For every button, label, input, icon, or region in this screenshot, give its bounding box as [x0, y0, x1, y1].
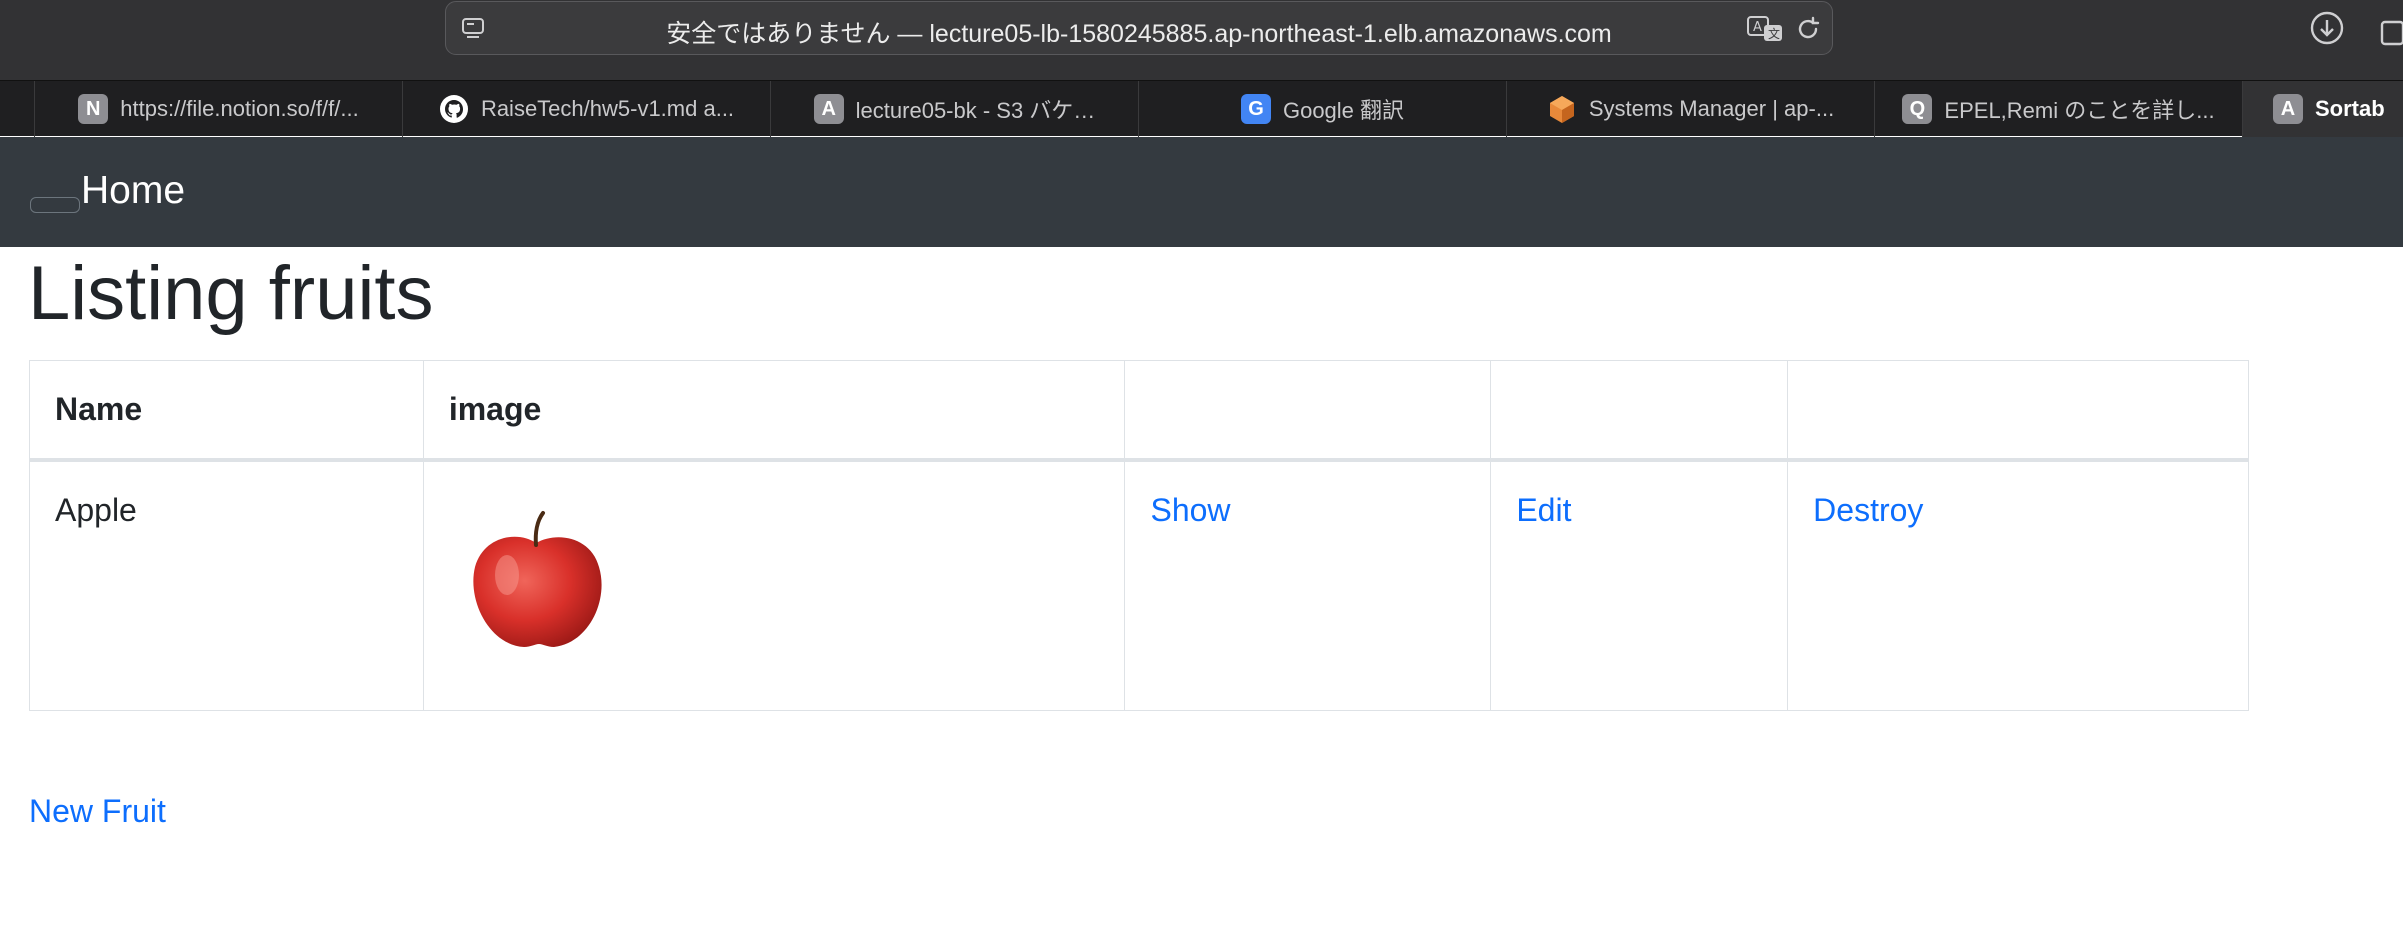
letter-a-icon: A — [813, 94, 844, 124]
column-header-empty — [1787, 360, 2249, 462]
google-translate-icon: G — [1240, 94, 1271, 124]
column-header-empty — [1124, 360, 1492, 462]
tab-google-translate[interactable]: G Google 翻訳 — [1138, 81, 1506, 137]
letter-q-icon: Q — [1902, 94, 1933, 124]
tab-notion[interactable]: N https://file.notion.so/f/f/... — [34, 81, 402, 137]
tab-s3-bucket[interactable]: A lecture05-bk - S3 バケ… — [770, 81, 1138, 137]
tab-bar: N https://file.notion.so/f/f/... RaiseTe… — [0, 80, 2403, 137]
column-header-empty — [1490, 360, 1789, 462]
tab-label: EPEL,Remi のことを詳し... — [1944, 98, 2215, 123]
edit-link[interactable]: Edit — [1516, 492, 1571, 528]
tab-systems-manager[interactable]: Systems Manager | ap-... — [1506, 81, 1874, 137]
letter-a-icon: A — [2273, 94, 2303, 124]
page-title: Listing fruits — [28, 251, 434, 336]
tab-sortable[interactable]: A Sortab — [2242, 81, 2403, 137]
address-bar[interactable]: 安全ではありません — lecture05-lb-1580245885.ap-n… — [445, 1, 1833, 55]
show-cell: Show — [1124, 459, 1492, 711]
svg-text:文: 文 — [1768, 26, 1780, 41]
tab-label: Google 翻訳 — [1282, 98, 1405, 123]
site-navbar: Home — [0, 137, 2403, 247]
destroy-cell: Destroy — [1787, 459, 2249, 711]
show-link[interactable]: Show — [1150, 492, 1230, 528]
github-icon — [439, 94, 469, 124]
tab-github[interactable]: RaiseTech/hw5-v1.md a... — [402, 81, 770, 137]
fruit-name-cell: Apple — [29, 459, 424, 711]
destroy-link[interactable]: Destroy — [1813, 492, 1923, 528]
tab-label: https://file.notion.so/f/f/... — [120, 96, 359, 121]
navbar-toggler-button[interactable] — [30, 197, 80, 213]
tab-label: Sortab — [2315, 96, 2385, 121]
new-fruit-link[interactable]: New Fruit — [29, 793, 166, 830]
table-row: Apple Show Edit Destroy — [29, 459, 2249, 711]
column-header-name: Name — [29, 360, 424, 462]
browser-toolbar: 安全ではありません — lecture05-lb-1580245885.ap-n… — [0, 0, 2403, 80]
column-header-image: image — [422, 360, 1126, 462]
reload-icon[interactable] — [1794, 15, 1822, 48]
tab-epel-remi[interactable]: Q EPEL,Remi のことを詳し... — [1874, 81, 2242, 137]
url-text[interactable]: 安全ではありません — lecture05-lb-1580245885.ap-n… — [446, 14, 1832, 50]
nav-home-link[interactable]: Home — [81, 169, 185, 213]
table-header-row: Name image — [29, 360, 2249, 462]
svg-text:A: A — [1753, 20, 1762, 35]
fruits-table: Name image Apple Show Edit Destroy — [29, 360, 2249, 711]
translate-icon[interactable]: A文 — [1746, 15, 1786, 48]
tab-label: lecture05-bk - S3 バケ… — [855, 98, 1096, 123]
apple-image — [473, 511, 602, 647]
tab-label: Systems Manager | ap-... — [1588, 96, 1835, 121]
edit-cell: Edit — [1490, 459, 1789, 711]
aws-systems-manager-icon — [1547, 94, 1577, 124]
tab-label: RaiseTech/hw5-v1.md a... — [480, 96, 735, 121]
share-icon[interactable] — [2378, 10, 2403, 51]
fruit-image-cell — [422, 459, 1126, 711]
notion-icon: N — [78, 94, 109, 124]
downloads-icon[interactable] — [2309, 10, 2345, 51]
